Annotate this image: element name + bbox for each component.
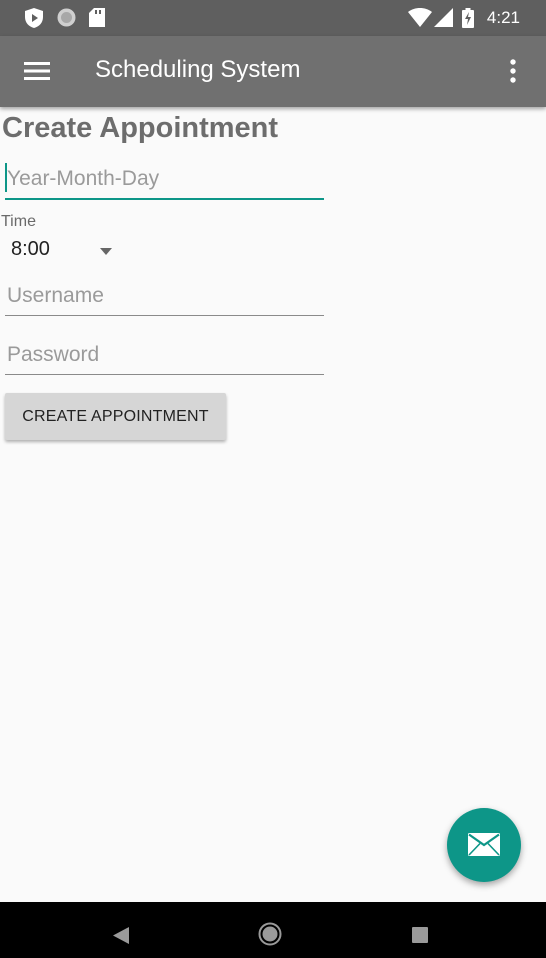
page-title: Create Appointment xyxy=(2,112,279,144)
shield-icon xyxy=(25,8,43,28)
app-bar: Scheduling System xyxy=(0,36,546,107)
circle-notification-icon xyxy=(57,8,76,27)
text-cursor xyxy=(5,163,7,192)
wifi-icon xyxy=(408,8,432,27)
signal-icon xyxy=(434,8,453,27)
mail-icon xyxy=(468,833,500,856)
battery-charging-icon xyxy=(462,8,474,28)
time-label: Time xyxy=(1,213,36,230)
date-field[interactable] xyxy=(5,160,324,200)
password-input[interactable] xyxy=(5,335,324,375)
hamburger-menu-icon[interactable] xyxy=(24,61,50,81)
mail-fab-button[interactable] xyxy=(447,808,521,882)
password-field[interactable] xyxy=(5,335,324,375)
home-icon[interactable] xyxy=(258,922,282,946)
username-input[interactable] xyxy=(5,276,324,316)
create-appointment-button[interactable]: CREATE APPOINTMENT xyxy=(5,393,226,440)
navigation-bar xyxy=(0,902,546,958)
sd-card-icon xyxy=(89,8,105,27)
recents-icon[interactable] xyxy=(412,927,428,943)
time-dropdown[interactable]: 8:00 xyxy=(11,238,121,266)
date-input[interactable] xyxy=(5,160,324,200)
status-bar: 4:21 xyxy=(0,0,546,36)
more-vertical-icon[interactable] xyxy=(505,58,521,84)
status-time: 4:21 xyxy=(486,8,520,27)
time-selected-value: 8:00 xyxy=(11,238,50,260)
app-title: Scheduling System xyxy=(95,56,301,83)
username-field[interactable] xyxy=(5,276,324,316)
dropdown-arrow-icon xyxy=(100,248,112,255)
back-icon[interactable] xyxy=(113,927,129,944)
